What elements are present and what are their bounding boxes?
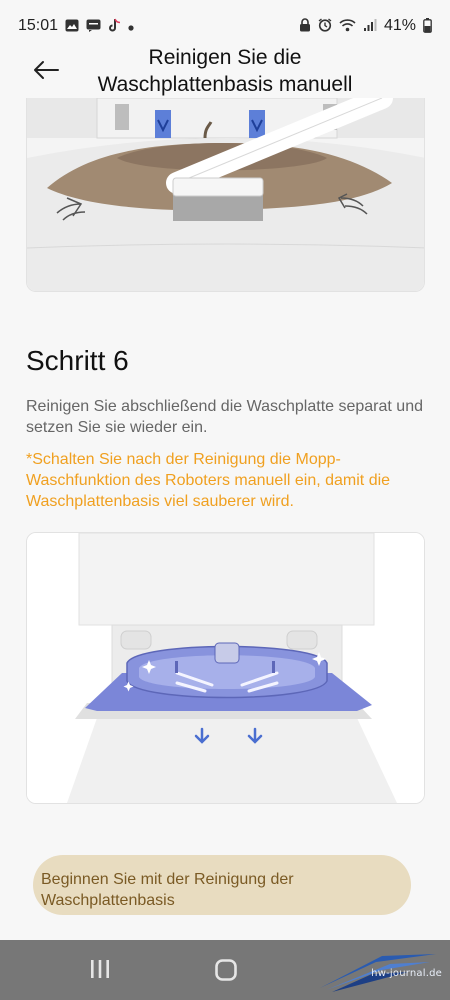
home-button[interactable] <box>214 958 238 987</box>
page-title: Reinigen Sie die Waschplattenbasis manue… <box>97 46 353 96</box>
back-button[interactable] <box>30 54 62 86</box>
step-note: *Schalten Sie nach der Reinigung die Mop… <box>26 451 391 510</box>
recents-button[interactable] <box>88 958 112 985</box>
status-left: 15:01 <box>18 17 134 35</box>
header: Reinigen Sie die Waschplattenbasis manue… <box>0 40 450 100</box>
battery-percent: 41% <box>383 17 416 34</box>
arrow-left-icon <box>34 61 59 79</box>
alarm-icon <box>318 18 332 34</box>
illustration-wash-base-cleaning <box>26 98 425 292</box>
signal-icon <box>363 18 377 34</box>
tiktok-icon <box>108 18 121 34</box>
status-time: 15:01 <box>18 17 59 34</box>
step-description: Reinigen Sie abschließend die Waschplatt… <box>26 398 423 436</box>
recents-icon <box>91 960 109 978</box>
step-title: Schritt 6 <box>26 345 129 376</box>
status-right: 41% <box>299 17 432 35</box>
start-cleaning-button[interactable]: Beginnen Sie mit der Reinigung der Wasch… <box>33 855 411 915</box>
battery-icon <box>423 17 432 35</box>
home-icon <box>215 959 237 981</box>
wash-plate-illustration <box>27 533 424 803</box>
wifi-icon <box>339 18 356 34</box>
watermark-text: hw-journal.de <box>371 968 442 979</box>
lock-icon <box>299 18 311 34</box>
image-icon <box>65 19 79 34</box>
message-icon <box>86 19 101 34</box>
wash-base-cleaning-illustration <box>27 98 424 291</box>
illustration-wash-plate <box>26 532 425 804</box>
dot-icon <box>128 20 134 33</box>
